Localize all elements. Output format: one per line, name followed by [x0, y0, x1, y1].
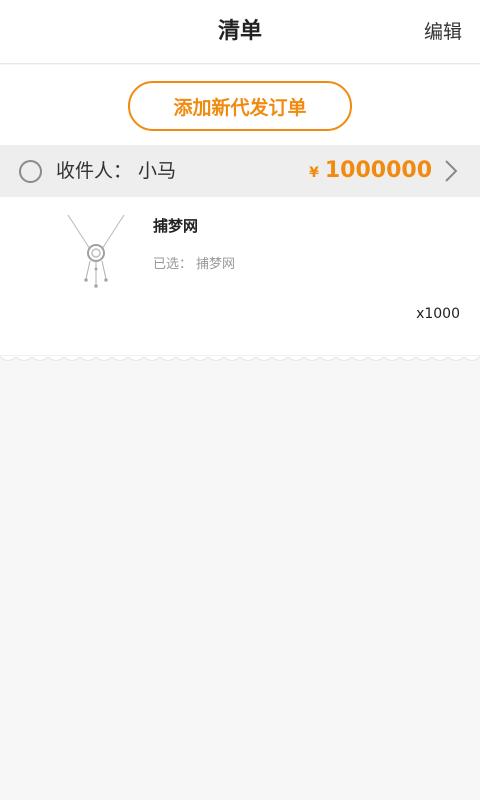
scalloped-edge: [0, 355, 480, 361]
product-name: 捕梦网: [153, 217, 199, 235]
top-bar: 清单 编辑: [0, 0, 480, 64]
necklace-image-icon: [60, 211, 132, 289]
order-list-page: 清单 编辑 添加新代发订单 收件人： 小马 ¥1000000 捕梦网 已选： 捕…: [0, 0, 480, 800]
product-quantity: x1000: [416, 306, 460, 322]
recipient-name: 小马: [138, 160, 177, 182]
add-new-order-button[interactable]: 添加新代发订单: [128, 81, 352, 131]
product-item[interactable]: 捕梦网 已选： 捕梦网 x1000: [0, 197, 480, 355]
radio-circle-icon[interactable]: [19, 160, 42, 183]
currency-symbol: ¥: [309, 165, 319, 181]
recipient-label: 收件人：: [56, 160, 133, 182]
edit-button[interactable]: 编辑: [424, 0, 462, 64]
total-amount: 1000000: [324, 158, 432, 183]
product-selected-option: 已选： 捕梦网: [153, 253, 235, 272]
option-value: 捕梦网: [196, 257, 236, 272]
order-total: ¥1000000: [309, 145, 432, 197]
option-label: 已选：: [153, 257, 193, 272]
add-order-section: 添加新代发订单: [0, 65, 480, 145]
chevron-right-icon[interactable]: [438, 158, 464, 184]
recipient-bar[interactable]: 收件人： 小马 ¥1000000: [0, 145, 480, 197]
page-title: 清单: [217, 19, 262, 44]
